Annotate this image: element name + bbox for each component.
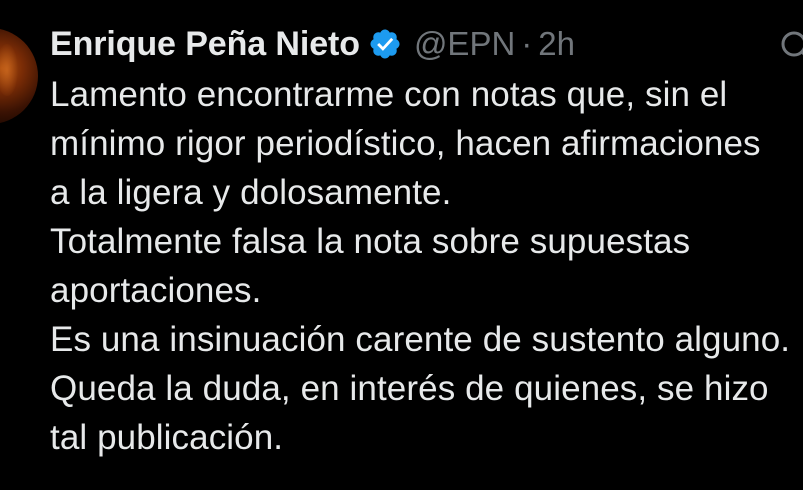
tweet-text-line: Queda la duda, en interés de quienes, se… — [50, 369, 769, 408]
author-handle[interactable]: @EPN — [414, 25, 515, 63]
tweet-timestamp[interactable]: 2h — [538, 25, 575, 63]
tweet-text-line: aportaciones. — [50, 271, 262, 310]
tweet-text-line: a la ligera y dolosamente. — [50, 173, 452, 212]
tweet-text-line: Totalmente falsa la nota sobre supuestas — [50, 222, 691, 261]
tweet-text-line: Lamento encontrarme con notas que, sin e… — [50, 75, 728, 114]
tweet-text-line: Es una insinuación carente de sustento a… — [50, 320, 791, 359]
author-avatar[interactable] — [0, 28, 38, 124]
author-name[interactable]: Enrique Peña Nieto — [50, 25, 360, 64]
tweet-card[interactable]: Enrique Peña Nieto @EPN · 2h Lamento enc… — [0, 0, 803, 490]
tweet-text-line: mínimo rigor periodístico, hacen afirmac… — [50, 124, 761, 163]
meta-separator: · — [521, 25, 533, 62]
tweet-text: Lamento encontrarme con notas que, sin e… — [50, 70, 803, 462]
verified-badge-icon — [368, 27, 402, 61]
tweet-header: Enrique Peña Nieto @EPN · 2h — [50, 22, 575, 66]
tweet-text-line: tal publicación. — [50, 418, 284, 457]
search-icon[interactable] — [776, 26, 803, 66]
